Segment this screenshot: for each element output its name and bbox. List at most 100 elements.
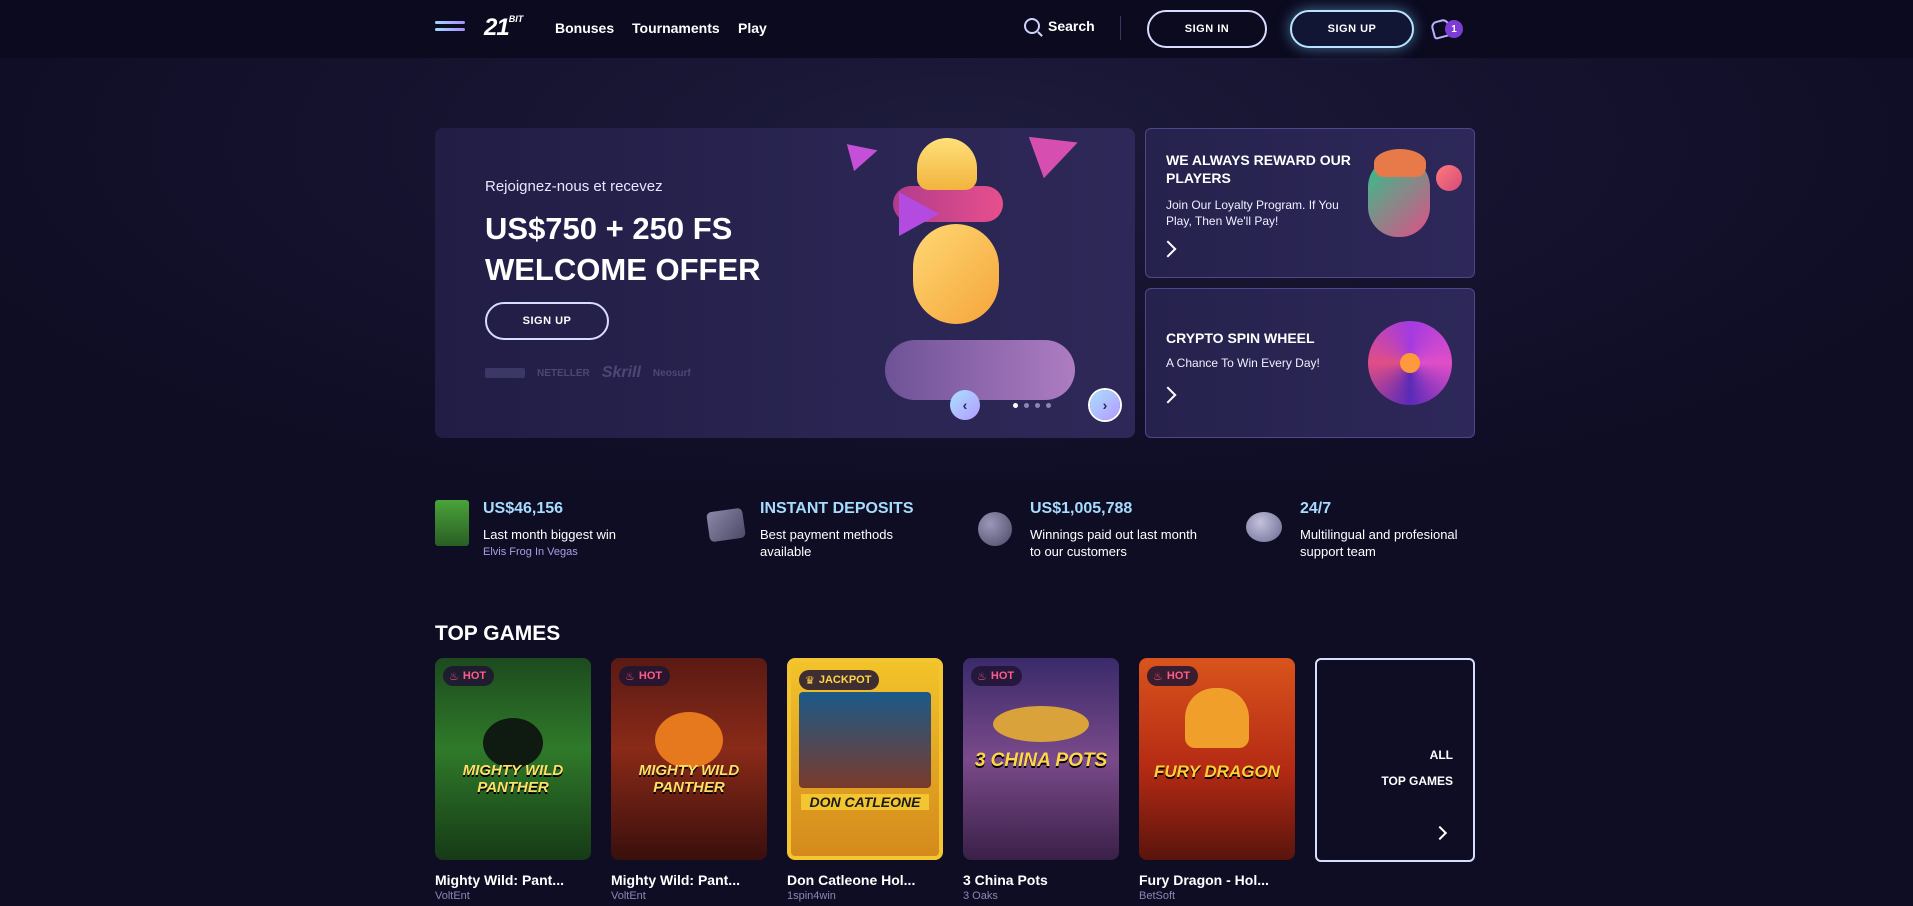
game-thumbnail[interactable]: ♛ JACKPOT DON CATLEONE (787, 658, 943, 860)
game-provider: VoltEnt (611, 890, 646, 902)
nav-link-tournaments[interactable]: Tournaments (632, 20, 720, 36)
loyalty-program-card[interactable]: WE ALWAYS REWARD OUR PLAYERS Join Our Lo… (1145, 128, 1475, 278)
stat-value: US$46,156 (483, 500, 564, 517)
crown-icon: ♛ (805, 674, 815, 687)
carousel-next-button[interactable]: › (1090, 390, 1120, 420)
stat-game-link[interactable]: Elvis Frog In Vegas (483, 546, 578, 558)
carousel-dot[interactable] (1013, 403, 1018, 408)
play-triangle-icon (899, 192, 939, 236)
carousel-pagination (1013, 403, 1051, 408)
carousel-dot[interactable] (1024, 403, 1029, 408)
game-card[interactable]: ♨ HOT MIGHTY WILD PANTHER Mighty Wild: Pa… (611, 658, 767, 902)
wheel-center-icon (1400, 353, 1420, 373)
notification-count-badge: 1 (1445, 20, 1463, 38)
stat-description: Multilingual and profesional support tea… (1300, 527, 1458, 559)
search-icon (1024, 18, 1040, 34)
stat-description: Winnings paid out last month to our cust… (1030, 527, 1197, 559)
game-title[interactable]: 3 China Pots (963, 872, 1119, 888)
chevron-right-icon (1159, 386, 1177, 404)
game-art-title: DON CATLEONE (801, 794, 929, 810)
chevron-right-icon: › (1102, 397, 1108, 413)
cloud-shape (885, 340, 1075, 400)
promo-description: A Chance To Win Every Day! (1166, 356, 1320, 370)
all-label-line-2: TOP GAMES (1381, 774, 1453, 788)
nav-link-play[interactable]: Play (738, 20, 767, 36)
payment-logo-neosurf: Neosurf (652, 367, 691, 379)
play-triangle-icon (846, 136, 882, 172)
logo-number: 21 (484, 14, 510, 41)
carousel-prev-button[interactable]: ‹ (950, 390, 980, 420)
dragon-artwork (1185, 688, 1249, 748)
game-title[interactable]: Mighty Wild: Pant... (435, 872, 591, 888)
game-card[interactable]: ♨ HOT FURY DRAGON Fury Dragon - Hol... Be… (1139, 658, 1295, 902)
menu-icon[interactable] (435, 21, 465, 37)
game-title[interactable]: Don Catleone Hol... (787, 872, 943, 888)
hot-tag: ♨ HOT (1147, 666, 1199, 686)
promo-title: CRYPTO SPIN WHEEL (1166, 330, 1315, 346)
carousel-dot[interactable] (1035, 403, 1040, 408)
game-thumbnail[interactable]: ♨ HOT MIGHTY WILD PANTHER (435, 658, 591, 860)
jackpot-tag: ♛ JACKPOT (799, 670, 880, 690)
notifications-button[interactable]: 1 (1429, 17, 1464, 41)
flame-icon: ♨ (625, 670, 635, 683)
hero-title-line-2: WELCOME OFFER (485, 252, 761, 287)
hot-tag: ♨ HOT (443, 666, 495, 686)
chevron-right-icon (1159, 240, 1177, 258)
tag-label: HOT (462, 670, 487, 682)
all-label-line-1: ALL (1429, 748, 1453, 762)
game-provider: BetSoft (1139, 890, 1176, 902)
tag-label: HOT (1166, 670, 1191, 682)
gold-pot-artwork (993, 706, 1089, 742)
game-thumbnail[interactable]: ♨ HOT FURY DRAGON (1139, 658, 1295, 860)
search-label: Search (1048, 18, 1095, 34)
flame-icon: ♨ (1153, 670, 1163, 683)
chevron-right-icon (1432, 825, 1448, 841)
game-provider: VoltEnt (435, 890, 470, 902)
hot-tag: ♨ HOT (619, 666, 671, 686)
search-button[interactable]: Search (1024, 18, 1095, 34)
pumpkin-artwork (655, 712, 723, 768)
stat-value: US$1,005,788 (1030, 500, 1133, 517)
sign-in-button[interactable]: SIGN IN (1147, 10, 1267, 48)
game-card[interactable]: ♛ JACKPOT DON CATLEONE Don Catleone Hol..… (787, 658, 943, 902)
game-title[interactable]: Fury Dragon - Hol... (1139, 872, 1295, 888)
bank-logo-icon (485, 368, 525, 378)
all-top-games-button[interactable]: ALL TOP GAMES (1315, 658, 1475, 862)
game-art-title: MIGHTY WILD PANTHER (638, 762, 740, 796)
promo-description: Join Our Loyalty Program. If You Play, T… (1166, 198, 1339, 228)
game-art-title: 3 CHINA POTS (974, 750, 1108, 771)
game-art-title: MIGHTY WILD PANTHER (462, 762, 564, 796)
all-top-games-label: ALL TOP GAMES (1381, 742, 1453, 794)
character-head (917, 138, 977, 190)
sign-up-button[interactable]: SIGN UP (1290, 10, 1414, 48)
payment-methods: NETELLER Skrill Neosurf (485, 364, 691, 382)
game-title[interactable]: Mighty Wild: Pant... (611, 872, 767, 888)
carousel-dot[interactable] (1046, 403, 1051, 408)
flame-icon: ♨ (977, 670, 987, 683)
game-provider: 3 Oaks (963, 890, 998, 902)
game-thumbnail[interactable]: ♨ HOT 3 CHINA POTS (963, 658, 1119, 860)
wallet-icon (706, 507, 746, 543)
chevron-left-icon: ‹ (962, 397, 968, 413)
game-card[interactable]: ♨ HOT 3 CHINA POTS 3 China Pots 3 Oaks (963, 658, 1119, 902)
welcome-offer-banner[interactable]: Rejoignez-nous et recevez US$750 + 250 F… (435, 128, 1135, 438)
site-logo[interactable]: 21BIT (484, 14, 523, 42)
payment-logo-neteller: NETELLER (537, 367, 590, 379)
flame-icon: ♨ (449, 670, 459, 683)
hero-title-line-1: US$750 + 250 FS (485, 211, 733, 246)
game-thumbnail-icon[interactable] (435, 500, 469, 546)
game-thumbnail[interactable]: ♨ HOT MIGHTY WILD PANTHER (611, 658, 767, 860)
coin-icon (978, 512, 1012, 546)
nav-link-bonuses[interactable]: Bonuses (555, 20, 614, 36)
hot-tag: ♨ HOT (971, 666, 1023, 686)
hero-sign-up-button[interactable]: SIGN UP (485, 302, 609, 340)
game-card[interactable]: ♨ HOT MIGHTY WILD PANTHER Mighty Wild: Pa… (435, 658, 591, 902)
header-divider (1120, 16, 1121, 40)
tag-label: JACKPOT (818, 674, 872, 686)
promo-title: WE ALWAYS REWARD OUR PLAYERS (1166, 152, 1351, 186)
crypto-spin-wheel-card[interactable]: CRYPTO SPIN WHEEL A Chance To Win Every … (1145, 288, 1475, 438)
game-provider: 1spin4win (787, 890, 836, 902)
top-games-heading: TOP GAMES (435, 622, 561, 645)
stat-value: 24/7 (1300, 500, 1332, 517)
chat-bubble-icon (1246, 512, 1282, 542)
